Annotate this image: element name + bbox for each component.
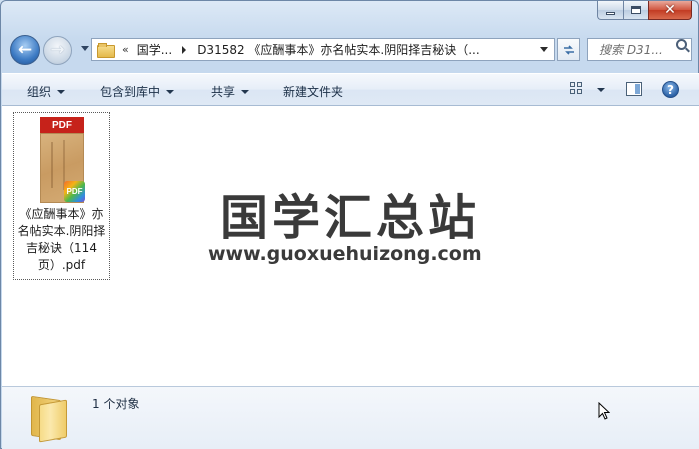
watermark-title: 国学汇总站 [220, 190, 481, 246]
breadcrumb-root[interactable]: 国学... [137, 41, 172, 58]
new-folder-label: 新建文件夹 [283, 85, 344, 99]
back-arrow-icon: ← [17, 39, 33, 60]
view-options-dropdown-icon[interactable] [597, 88, 605, 92]
include-in-library-menu[interactable]: 包含到库中 [100, 83, 175, 100]
refresh-button[interactable] [557, 38, 580, 61]
explorer-window: ✕ ← → « 国学... D31582 《应酬事本》亦名帖实本.阴阳择吉秘诀（… [0, 0, 699, 449]
folder-icon [97, 42, 115, 58]
preview-pane-icon[interactable] [626, 82, 642, 96]
file-name[interactable]: 《应酬事本》亦名帖实本.阴阳择吉秘诀（114页）.pdf [15, 206, 108, 274]
breadcrumb-overflow[interactable]: « [122, 43, 129, 56]
forward-button[interactable]: → [43, 36, 72, 65]
organize-menu[interactable]: 组织 [27, 83, 66, 100]
include-in-library-label: 包含到库中 [100, 85, 161, 99]
file-item-pdf[interactable]: PDF PDF 《应酬事本》亦名帖实本.阴阳择吉秘诀（114页）.pdf [13, 112, 110, 280]
breadcrumb-current[interactable]: D31582 《应酬事本》亦名帖实本.阴阳择吉秘诀（... [197, 41, 480, 58]
file-list-area[interactable]: PDF PDF 《应酬事本》亦名帖实本.阴阳择吉秘诀（114页）.pdf 国学汇… [2, 106, 699, 386]
forward-arrow-icon: → [50, 40, 65, 60]
refresh-icon [563, 44, 574, 55]
mouse-cursor-icon [598, 402, 610, 420]
details-pane: 1 个对象 [2, 386, 699, 449]
caption-buttons: ✕ [597, 1, 692, 20]
share-label: 共享 [211, 85, 236, 99]
help-icon[interactable]: ? [662, 81, 679, 98]
navigation-bar: ← → « 国学... D31582 《应酬事本》亦名帖实本.阴阳择吉秘诀（..… [10, 35, 692, 65]
recent-pages-dropdown-icon[interactable] [81, 46, 89, 51]
watermark-url: www.guoxuehuizong.com [208, 243, 482, 265]
command-bar: 组织 包含到库中 共享 新建文件夹 ? [2, 73, 699, 106]
organize-label: 组织 [27, 85, 52, 99]
maximize-icon [631, 6, 641, 14]
new-folder-button[interactable]: 新建文件夹 [283, 83, 343, 100]
pdf-header: PDF [40, 117, 84, 133]
folder-icon [29, 395, 69, 443]
share-menu[interactable]: 共享 [211, 83, 250, 100]
chevron-down-icon [241, 89, 250, 94]
close-button[interactable]: ✕ [648, 1, 692, 20]
minimize-icon [606, 11, 615, 15]
pdf-thumbnail: PDF PDF [40, 117, 85, 203]
close-icon: ✕ [664, 2, 676, 18]
back-button[interactable]: ← [10, 35, 40, 65]
minimize-button[interactable] [597, 1, 623, 20]
chevron-down-icon [57, 89, 66, 94]
search-icon[interactable] [676, 39, 687, 50]
address-dropdown-icon[interactable] [540, 47, 548, 52]
chevron-down-icon [166, 89, 175, 94]
item-count: 1 个对象 [92, 397, 140, 411]
change-view-icon[interactable] [570, 82, 584, 96]
breadcrumb-separator-icon[interactable] [182, 45, 187, 54]
maximize-button[interactable] [623, 1, 648, 20]
address-bar[interactable]: « 国学... D31582 《应酬事本》亦名帖实本.阴阳择吉秘诀（... [91, 38, 555, 61]
pdf-badge-icon: PDF [64, 181, 85, 202]
